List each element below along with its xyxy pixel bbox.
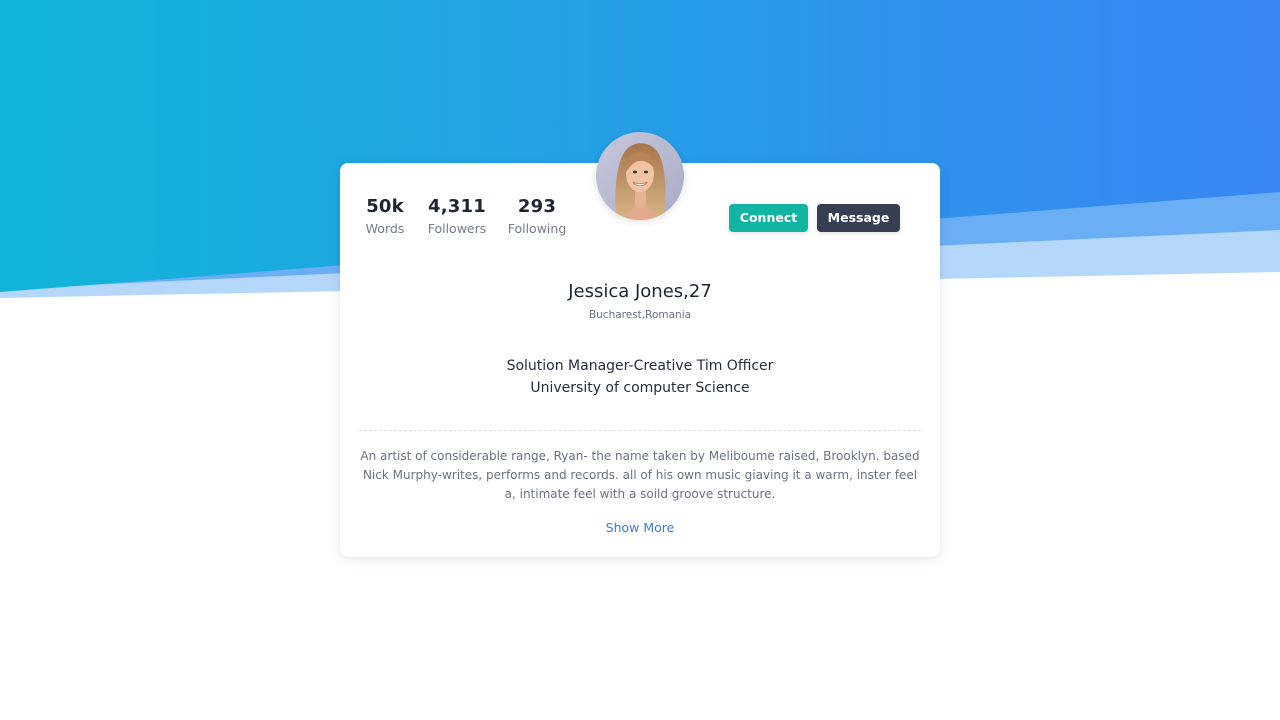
profile-page: 50k Words 4,311 Followers 293 Following … [0,0,1280,720]
profile-name: Jessica Jones,27 [568,281,712,302]
section-divider [359,430,921,431]
stat-words: 50k Words [358,195,412,238]
job-title: Solution Manager-Creative Tim Officer [506,358,774,374]
stat-followers: 4,311 Followers [424,195,490,238]
stat-following-label: Following [507,221,567,236]
profile-photo-icon [596,132,684,220]
stat-following-value: 293 [517,196,557,217]
connect-button[interactable]: Connect [729,204,808,232]
show-more-link[interactable]: Show More [606,520,675,535]
profile-job-info: Solution Manager-Creative Tim Officer Un… [340,355,940,399]
stat-followers-label: Followers [427,221,487,236]
stat-followers-value: 4,311 [428,196,486,217]
avatar[interactable] [596,132,684,220]
profile-card: 50k Words 4,311 Followers 293 Following … [340,163,940,557]
education: University of computer Science [530,380,750,396]
stat-words-value: 50k [366,196,404,217]
stat-following: 293 Following [504,195,570,238]
message-button[interactable]: Message [817,204,900,232]
profile-bio: An artist of considerable range, Ryan- t… [360,449,920,501]
profile-location: Bucharest,Romania [588,309,692,321]
stat-words-label: Words [365,221,405,236]
show-more-container: Show More [340,519,940,537]
